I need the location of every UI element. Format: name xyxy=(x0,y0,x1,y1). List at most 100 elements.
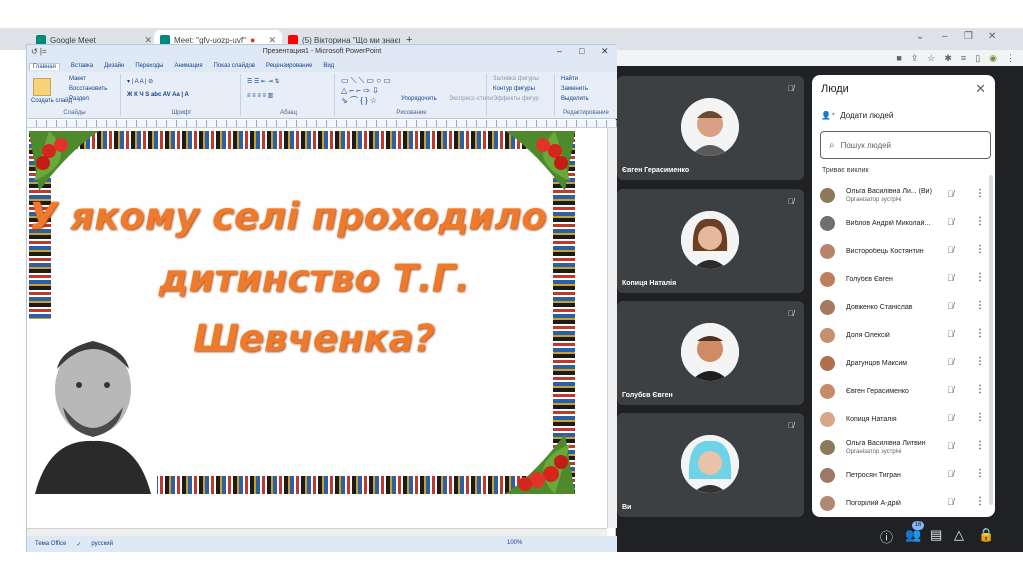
media-icon[interactable]: ≡ xyxy=(961,53,966,63)
shape-outline-button[interactable]: Контур фигуры xyxy=(493,86,535,92)
mic-off-icon[interactable]: 🎙̸ xyxy=(947,301,954,311)
more-options-icon[interactable]: ⋮ xyxy=(975,272,985,283)
sidebar-icon[interactable]: ▯ xyxy=(975,53,980,64)
chat-icon[interactable]: ▤ xyxy=(930,527,942,543)
mic-off-icon[interactable]: 🎙̸ xyxy=(947,441,954,451)
close-icon[interactable]: ✕ xyxy=(975,81,986,97)
video-tile[interactable]: 🎙̸ Євген Герасименко xyxy=(617,76,804,180)
add-people-button[interactable]: 👤⁺ Додати людей xyxy=(821,111,893,120)
align-buttons[interactable]: ≡ ≡ ≡ ≡ ▥ xyxy=(247,92,273,99)
minimize-icon[interactable]: – xyxy=(557,46,562,56)
camera-icon[interactable]: ■ xyxy=(896,53,901,63)
shape-fill-button[interactable]: Заливка фигуры xyxy=(493,76,539,82)
mic-off-icon[interactable]: 🎙̸ xyxy=(947,385,954,395)
avatar xyxy=(681,211,739,269)
panel-scrollbar[interactable] xyxy=(989,175,993,505)
more-options-icon[interactable]: ⋮ xyxy=(975,412,985,423)
slide-canvas: У якому селі проходило дитинство Т.Г. Ше… xyxy=(27,128,607,528)
find-button[interactable]: Найти xyxy=(561,76,578,82)
font-format-buttons[interactable]: Ж К Ч S abc AV Aa | A xyxy=(127,92,189,98)
more-options-icon[interactable]: ⋮ xyxy=(975,328,985,339)
participant-row[interactable]: Петросян Тигран 🎙̸ ⋮ xyxy=(820,465,988,487)
tab-view[interactable]: Вид xyxy=(323,63,334,69)
participant-row[interactable]: Ольга Василівна Литвин Організатор зустр… xyxy=(820,437,988,459)
more-options-icon[interactable]: ⋮ xyxy=(975,384,985,395)
participant-row[interactable]: Довженко Станіслав 🎙̸ ⋮ xyxy=(820,297,988,319)
participant-row[interactable]: Ольга Василівна Ли... (Ви) Організатор з… xyxy=(820,185,988,207)
vertical-scrollbar[interactable] xyxy=(607,128,617,528)
search-people-input[interactable]: ⌕ Пошук людей xyxy=(820,131,991,159)
mic-off-icon[interactable]: 🎙̸ xyxy=(947,273,954,283)
tab-slideshow[interactable]: Показ слайдов xyxy=(214,63,255,69)
more-options-icon[interactable]: ⋮ xyxy=(975,496,985,507)
section-button[interactable]: Раздел xyxy=(69,96,89,102)
video-tile[interactable]: 🎙̸ Ви xyxy=(617,413,804,517)
express-styles-button[interactable]: Экспресс-стили xyxy=(449,96,493,102)
host-controls-icon[interactable]: 🔒 xyxy=(978,527,994,543)
more-options-icon[interactable]: ⋮ xyxy=(975,244,985,255)
participant-row[interactable]: Євген Герасименко 🎙̸ ⋮ xyxy=(820,381,988,403)
tab-transitions[interactable]: Переходы xyxy=(135,63,163,69)
group-label: Шрифт xyxy=(171,110,192,116)
more-options-icon[interactable]: ⋮ xyxy=(975,300,985,311)
slide[interactable]: У якому селі проходило дитинство Т.Г. Ше… xyxy=(29,131,575,494)
mic-off-icon[interactable]: 🎙̸ xyxy=(947,357,954,367)
minimize-icon[interactable]: – xyxy=(942,31,948,42)
layout-button[interactable]: Макет xyxy=(69,76,86,82)
mic-off-icon[interactable]: 🎙̸ xyxy=(947,469,954,479)
participant-row[interactable]: Висторобець Костянтин 🎙̸ ⋮ xyxy=(820,241,988,263)
select-button[interactable]: Выделить xyxy=(561,96,589,102)
avatar xyxy=(681,435,739,493)
tab-animations[interactable]: Анимация xyxy=(174,63,202,69)
chevron-down-icon[interactable]: ⌄ xyxy=(916,31,924,42)
participant-row[interactable]: Копиця Наталія 🎙̸ ⋮ xyxy=(820,409,988,431)
create-slide-button[interactable]: Создать слайд xyxy=(31,98,72,104)
more-options-icon[interactable]: ⋮ xyxy=(975,440,985,451)
participant-row[interactable]: Доля Олексій 🎙̸ ⋮ xyxy=(820,325,988,347)
mic-off-icon[interactable]: 🎙̸ xyxy=(947,189,954,199)
more-options-icon[interactable]: ⋮ xyxy=(975,468,985,479)
video-tile[interactable]: 🎙̸ Голубєв Євген xyxy=(617,301,804,405)
info-icon[interactable]: ⓘ xyxy=(880,527,893,546)
list-buttons[interactable]: ☰ ☰ ⇤ ⇥ ⇅ xyxy=(247,78,280,85)
more-options-icon[interactable]: ⋮ xyxy=(975,216,985,227)
mic-off-icon[interactable]: 🎙̸ xyxy=(947,497,954,507)
participant-row[interactable]: Погорілий А-дрій 🎙̸ ⋮ xyxy=(820,493,988,515)
restore-icon[interactable]: ❐ xyxy=(964,31,973,42)
shape-effects-button[interactable]: Эффекты фигур xyxy=(493,96,539,102)
mic-off-icon[interactable]: 🎙̸ xyxy=(947,217,954,227)
font-size-controls[interactable]: ▾ | A A | ⊘ xyxy=(127,78,153,85)
more-options-icon[interactable]: ⋮ xyxy=(975,188,985,199)
restore-icon[interactable]: □ xyxy=(579,46,584,56)
tab-design[interactable]: Дизайн xyxy=(104,63,124,69)
video-tile[interactable]: 🎙̸ Копиця Наталія xyxy=(617,189,804,293)
group-label: Слайды xyxy=(63,110,86,116)
mic-off-icon[interactable]: 🎙̸ xyxy=(947,413,954,423)
close-icon[interactable]: ✕ xyxy=(601,46,609,57)
zoom-level[interactable]: 100% xyxy=(507,540,522,546)
star-icon[interactable]: ☆ xyxy=(927,53,935,64)
replace-button[interactable]: Заменить xyxy=(561,86,588,92)
close-window-icon[interactable]: ✕ xyxy=(988,31,996,42)
menu-icon[interactable]: ⋮ xyxy=(1006,53,1015,64)
activities-icon[interactable]: △ xyxy=(954,527,964,543)
tab-review[interactable]: Рецензирование xyxy=(266,63,312,69)
restore-button[interactable]: Восстановить xyxy=(69,86,107,92)
language-label[interactable]: русский xyxy=(91,541,113,547)
horizontal-scrollbar[interactable] xyxy=(27,528,607,536)
participant-row[interactable]: Голубєв Євген 🎙̸ ⋮ xyxy=(820,269,988,291)
more-options-icon[interactable]: ⋮ xyxy=(975,356,985,367)
arrange-button[interactable]: Упорядочить xyxy=(401,96,437,102)
mic-off-icon: 🎙̸ xyxy=(788,197,794,206)
participant-row[interactable]: Драгунцов Максим 🎙̸ ⋮ xyxy=(820,353,988,375)
participant-row[interactable]: Виблов Андрій Миколай... 🎙̸ ⋮ xyxy=(820,213,988,235)
extensions-icon[interactable]: ✱ xyxy=(944,53,952,64)
spellcheck-icon[interactable]: ✓ xyxy=(76,541,81,548)
mic-off-icon[interactable]: 🎙̸ xyxy=(947,245,954,255)
tab-insert[interactable]: Вставка xyxy=(71,63,93,69)
mic-off-icon[interactable]: 🎙̸ xyxy=(947,329,954,339)
shapes-gallery[interactable]: ▭ ⟍ ⟍ ▭ ○ ▭ △ ⌐ ⌐ ⇨ ⇩ ⇘ ⌒ { } ☆ xyxy=(341,76,391,106)
share-icon[interactable]: ⇪ xyxy=(911,53,919,64)
profile-icon[interactable]: ◉ xyxy=(989,53,997,64)
tab-home[interactable]: Главная xyxy=(29,62,60,70)
